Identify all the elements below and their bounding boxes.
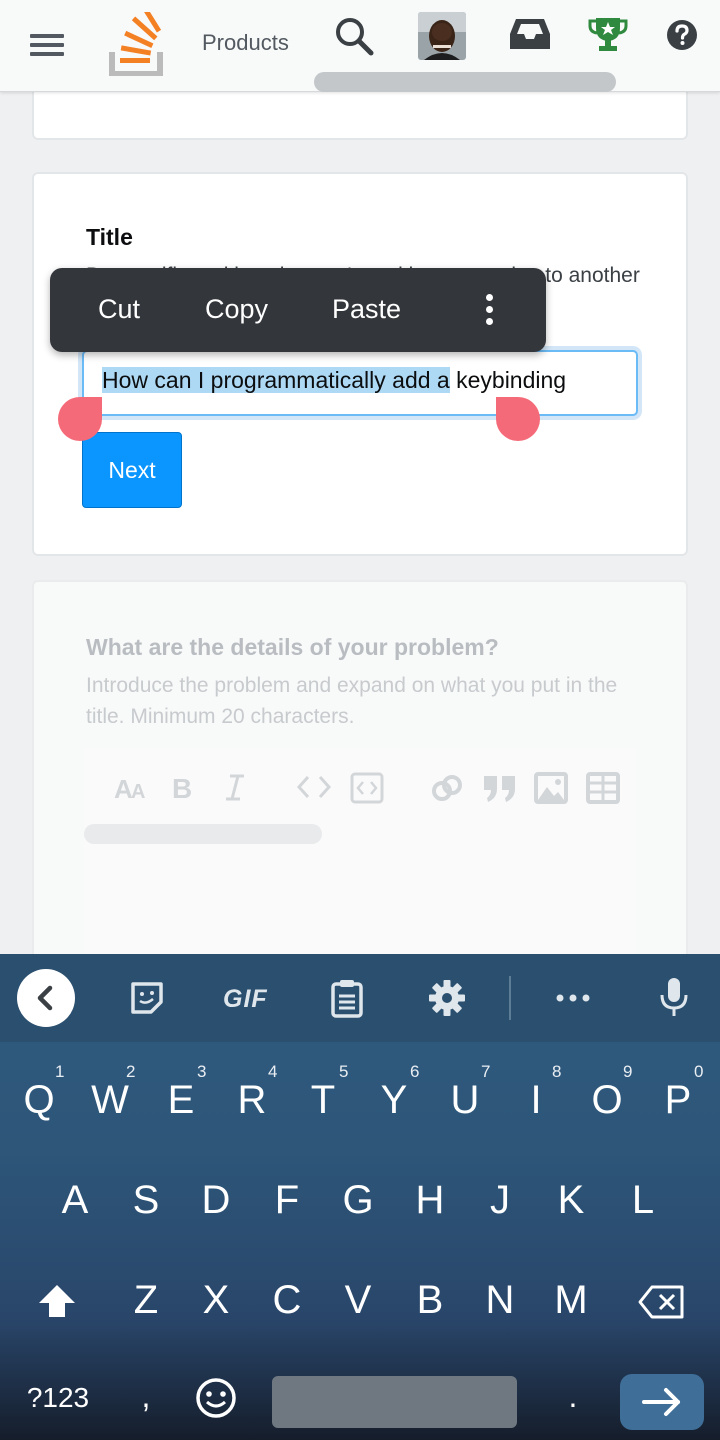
hamburger-menu-icon[interactable]: [30, 32, 66, 58]
trophy-icon[interactable]: [588, 14, 628, 54]
svg-text:B: B: [172, 773, 192, 802]
selection-end-handle[interactable]: [496, 397, 540, 441]
arrow-right-icon: [642, 1388, 680, 1416]
products-link[interactable]: Products: [202, 30, 289, 56]
space-bar[interactable]: [272, 1376, 517, 1428]
more-icon[interactable]: [555, 993, 591, 1003]
settings-icon[interactable]: [428, 979, 466, 1017]
shift-icon[interactable]: [36, 1282, 78, 1320]
bold-icon[interactable]: B: [170, 772, 196, 802]
editor-scroll-indicator: [84, 824, 322, 844]
code-block-icon[interactable]: [350, 772, 384, 804]
gif-icon[interactable]: GIF: [223, 985, 268, 1014]
text-size-icon[interactable]: A A: [114, 772, 150, 802]
next-button[interactable]: Next: [82, 432, 182, 508]
selected-text[interactable]: How can I programmatically add a: [102, 367, 450, 393]
top-bar: Products: [0, 0, 720, 92]
clipboard-icon[interactable]: [330, 978, 364, 1018]
backspace-icon[interactable]: [638, 1284, 686, 1320]
enter-key[interactable]: [620, 1374, 704, 1430]
inbox-icon[interactable]: [508, 16, 552, 52]
keyboard-toolbar: GIF: [0, 954, 720, 1042]
title-input[interactable]: How can I programmatically add a keybind…: [82, 350, 638, 416]
title-label: Title: [86, 224, 133, 250]
code-icon[interactable]: [296, 772, 332, 802]
text-context-menu: Cut Copy Paste: [50, 268, 546, 352]
paste-menu-item[interactable]: Paste: [332, 294, 401, 325]
keyboard-toolbar-divider: [509, 976, 511, 1020]
details-heading: What are the details of your problem?: [86, 634, 499, 660]
search-icon[interactable]: [334, 16, 374, 56]
emoji-icon[interactable]: [194, 1376, 238, 1420]
stackoverflow-logo[interactable]: [108, 12, 164, 76]
back-icon[interactable]: [17, 969, 75, 1027]
table-icon[interactable]: [586, 772, 620, 804]
soft-keyboard: GIF: [0, 954, 720, 1440]
details-section-card: What are the details of your problem? In…: [32, 580, 688, 1000]
previous-section-card: [32, 84, 688, 140]
more-vertical-icon[interactable]: [482, 292, 496, 328]
unselected-text[interactable]: keybinding: [450, 367, 566, 393]
help-icon[interactable]: [666, 19, 698, 51]
user-avatar[interactable]: [418, 12, 466, 60]
image-icon[interactable]: [534, 772, 568, 804]
quote-icon[interactable]: [482, 772, 518, 804]
sticker-icon[interactable]: [129, 980, 165, 1016]
scroll-indicator: [314, 72, 616, 92]
cut-menu-item[interactable]: Cut: [98, 294, 140, 325]
title-section-card: Title Be specific and imagine you're ask…: [32, 172, 688, 556]
italic-icon[interactable]: [222, 772, 248, 802]
selection-start-handle[interactable]: [58, 397, 102, 441]
svg-text:A: A: [131, 781, 145, 802]
copy-menu-item[interactable]: Copy: [205, 294, 268, 325]
details-description: Introduce the problem and expand on what…: [86, 674, 618, 728]
mic-icon[interactable]: [659, 976, 689, 1018]
link-icon[interactable]: [430, 772, 464, 804]
